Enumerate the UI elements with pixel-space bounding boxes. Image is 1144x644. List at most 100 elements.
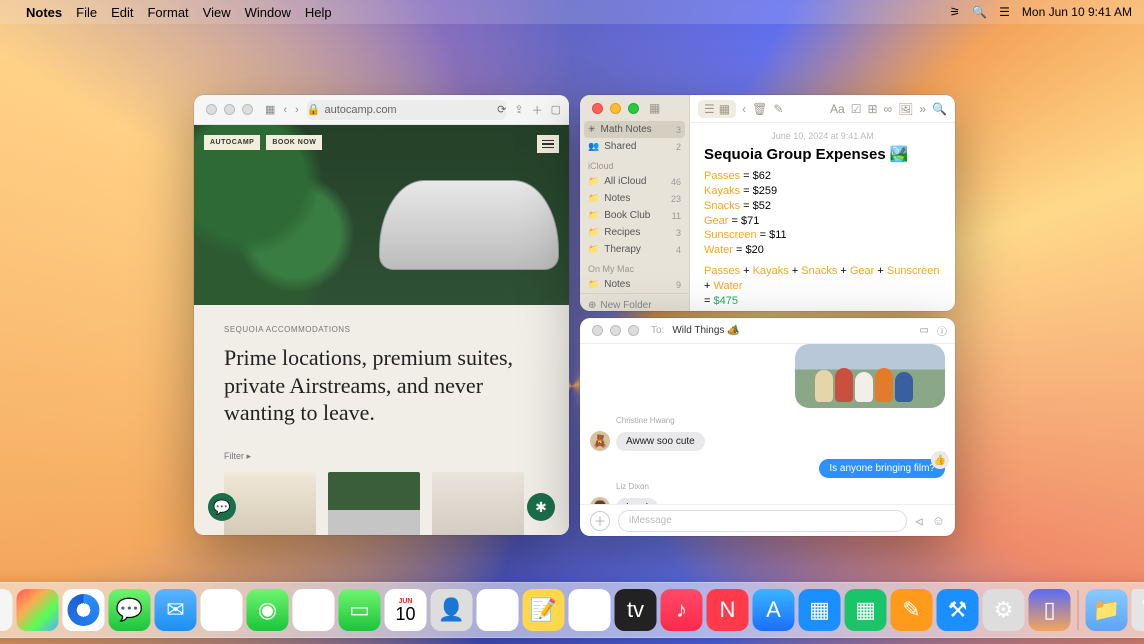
new-tab-icon[interactable]: ＋ [532, 102, 543, 118]
compose-input[interactable]: iMessage [618, 510, 907, 532]
dock-iphone-mirroring[interactable]: ▯ [1029, 589, 1071, 631]
sidebar-icon[interactable]: ▦ [265, 103, 275, 116]
thumbnail-1[interactable] [224, 472, 316, 536]
back-icon[interactable]: ‹ [742, 102, 746, 116]
filter-control[interactable]: Filter ▸ [224, 451, 539, 462]
app-menu[interactable]: Notes [26, 5, 62, 20]
dock-reminders[interactable]: ☰ [477, 589, 519, 631]
dock-appstore[interactable]: A [753, 589, 795, 631]
accessibility-fab[interactable]: ✱ [527, 493, 555, 521]
zoom-button[interactable] [242, 104, 253, 115]
dock-finder[interactable] [0, 589, 13, 631]
info-icon[interactable]: ⓘ [937, 323, 947, 338]
search-icon[interactable]: 🔍 [972, 5, 987, 19]
my-message-bubble[interactable]: Is anyone bringing film? 👍 [819, 459, 945, 478]
dock-keynote[interactable]: ▦ [799, 589, 841, 631]
share-icon[interactable]: ⇪ [514, 103, 523, 116]
to-value[interactable]: Wild Things 🏕️ [672, 325, 739, 336]
dock-facetime[interactable]: ▭ [339, 589, 381, 631]
dock-maps[interactable]: 🗺 [201, 589, 243, 631]
note-editor[interactable]: June 10, 2024 at 9:41 AM Sequoia Group E… [690, 123, 955, 311]
dock-messages[interactable]: 💬 [109, 589, 151, 631]
dock-downloads[interactable]: 📁 [1086, 589, 1128, 631]
message-bubble[interactable]: I am! [616, 498, 658, 504]
clock[interactable]: Mon Jun 10 9:41 AM [1022, 5, 1132, 19]
more-icon[interactable]: » [919, 102, 926, 116]
link-icon[interactable]: ∞ [884, 102, 893, 116]
table-icon[interactable]: ⊞ [868, 102, 878, 116]
menu-window[interactable]: Window [245, 5, 291, 20]
sidebar-item-math-notes[interactable]: ✳︎Math Notes 3 [584, 121, 685, 138]
note-date: June 10, 2024 at 9:41 AM [704, 131, 941, 141]
dock-news[interactable]: N [707, 589, 749, 631]
minimize-button[interactable] [610, 103, 621, 114]
close-button[interactable] [592, 325, 603, 336]
facetime-icon[interactable]: ▭ [920, 325, 929, 336]
tapback-thumbs-up[interactable]: 👍 [931, 451, 949, 469]
sidebar-item-bookclub[interactable]: 📁Book Club11 [580, 207, 689, 224]
dock-mail[interactable]: ✉︎ [155, 589, 197, 631]
hamburger-menu[interactable] [537, 135, 559, 153]
dock-findmy[interactable]: ◉ [247, 589, 289, 631]
dock-calendar[interactable]: JUN10 [385, 589, 427, 631]
minimize-button[interactable] [224, 104, 235, 115]
sidebar-item-local-notes[interactable]: 📁Notes9 [580, 276, 689, 293]
logo-badge[interactable]: AUTOCAMP [204, 135, 260, 150]
wifi-icon[interactable]: ⚞ [949, 5, 960, 19]
menu-edit[interactable]: Edit [111, 5, 133, 20]
dock-photos[interactable]: ✿ [293, 589, 335, 631]
photo-message[interactable] [795, 344, 945, 408]
dock-contacts[interactable]: 👤 [431, 589, 473, 631]
menu-view[interactable]: View [203, 5, 231, 20]
dock-numbers[interactable]: ▦ [845, 589, 887, 631]
sidebar-item-notes[interactable]: 📁Notes23 [580, 190, 689, 207]
trash-icon[interactable]: 🗑 [752, 102, 767, 116]
search-icon[interactable]: 🔍 [932, 102, 947, 116]
dock-freeform[interactable]: ✎ [569, 589, 611, 631]
avatar[interactable]: 👩 [590, 497, 610, 504]
zoom-button[interactable] [628, 103, 639, 114]
sidebar-item-recipes[interactable]: 📁Recipes3 [580, 224, 689, 241]
back-icon[interactable]: ‹ [283, 104, 287, 116]
format-icon[interactable]: Aa [830, 102, 845, 116]
close-button[interactable] [592, 103, 603, 114]
message-bubble[interactable]: Awww soo cute [616, 432, 705, 451]
book-now-button[interactable]: BOOK NOW [266, 135, 322, 150]
zoom-button[interactable] [628, 325, 639, 336]
new-folder-button[interactable]: ⊕New Folder [580, 293, 689, 311]
dock-music[interactable]: ♪ [661, 589, 703, 631]
audio-message-icon[interactable]: ⏿ [915, 513, 924, 529]
address-bar[interactable]: 🔒 autocamp.com ⟳ [307, 100, 507, 120]
menu-file[interactable]: File [76, 5, 97, 20]
dock-launchpad[interactable] [17, 589, 59, 631]
avatar[interactable]: 🧸 [590, 431, 610, 451]
tabs-icon[interactable]: ▢ [551, 103, 561, 116]
view-mode-segment[interactable]: ☰▦ [698, 100, 736, 118]
sidebar-item-therapy[interactable]: 📁Therapy4 [580, 241, 689, 258]
sidebar-item-all-icloud[interactable]: 📁All iCloud46 [580, 173, 689, 190]
minimize-button[interactable] [610, 325, 621, 336]
close-button[interactable] [206, 104, 217, 115]
dock-trash[interactable]: 🗑 [1132, 589, 1144, 631]
compose-icon[interactable]: ✎ [773, 102, 783, 116]
menu-help[interactable]: Help [305, 5, 332, 20]
sidebar-item-shared[interactable]: 👥Shared 2 [580, 138, 689, 155]
forward-icon[interactable]: › [295, 104, 299, 116]
control-center-icon[interactable]: ☰ [999, 5, 1010, 19]
dock-pages[interactable]: ✎ [891, 589, 933, 631]
thumbnail-2[interactable] [328, 472, 420, 536]
sidebar-toggle-icon[interactable]: ▦ [649, 101, 660, 115]
add-attachment-button[interactable]: ＋ [590, 511, 610, 531]
media-icon[interactable]: 🖼 [898, 102, 913, 116]
dock-xcode[interactable]: ⚒ [937, 589, 979, 631]
emoji-picker-icon[interactable]: ☺ [932, 513, 945, 528]
menu-format[interactable]: Format [147, 5, 188, 20]
dock-tv[interactable]: tv [615, 589, 657, 631]
thumbnail-3[interactable] [432, 472, 524, 536]
dock-notes[interactable]: 📝 [523, 589, 565, 631]
dock-settings[interactable]: ⚙︎ [983, 589, 1025, 631]
dock-safari[interactable] [63, 589, 105, 631]
chat-fab[interactable]: 💬 [208, 493, 236, 521]
checklist-icon[interactable]: ☑︎ [851, 102, 862, 116]
reload-icon[interactable]: ⟳ [497, 103, 506, 116]
